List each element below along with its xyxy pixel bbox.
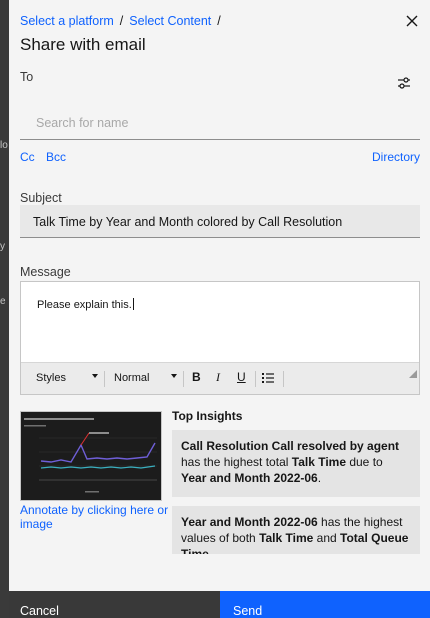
to-label: To [20, 70, 34, 84]
insight-card: Year and Month 2022-06 has the highest v… [172, 506, 420, 554]
backdrop-text: lo [0, 140, 8, 151]
page-backdrop: lo y e [0, 0, 9, 618]
toolbar-divider [183, 371, 184, 387]
insight-text: Call Resolution Call resolved by agent [181, 439, 400, 453]
recipient-search-input[interactable] [20, 106, 420, 140]
breadcrumb: Select a platform / Select Content / [20, 14, 227, 28]
close-button[interactable] [402, 11, 422, 31]
message-text: Please explain this. [37, 299, 132, 311]
insight-text: . [317, 471, 322, 485]
insight-text: . [208, 547, 213, 554]
subject-field[interactable]: Talk Time by Year and Month colored by C… [20, 205, 420, 238]
annotate-link[interactable]: Annotate by clicking here or image [20, 503, 170, 531]
insight-text: Talk Time [259, 531, 314, 545]
italic-button[interactable]: I [216, 370, 220, 385]
format-dropdown[interactable]: Normal [114, 372, 149, 384]
styles-dropdown[interactable]: Styles [36, 372, 66, 384]
editor-toolbar: Styles Normal B I U [21, 362, 419, 394]
underline-button[interactable]: U [237, 370, 246, 384]
breadcrumb-select-content[interactable]: Select Content [129, 14, 211, 28]
top-insights-heading: Top Insights [172, 409, 243, 423]
toolbar-divider [104, 371, 105, 387]
message-body[interactable]: Please explain this. [37, 298, 134, 311]
bold-button[interactable]: B [192, 370, 201, 384]
breadcrumb-separator: / [119, 14, 124, 28]
numbered-list-icon [262, 373, 274, 383]
close-icon [406, 15, 418, 27]
message-label: Message [20, 265, 71, 279]
cancel-button[interactable]: Cancel [9, 591, 220, 618]
chart-thumbnail-image[interactable] [20, 411, 162, 501]
message-editor[interactable]: Please explain this. Styles Normal B I U [20, 281, 420, 395]
breadcrumb-select-platform[interactable]: Select a platform [20, 14, 114, 28]
insight-text: Talk Time [291, 455, 346, 469]
numbered-list-button[interactable] [262, 372, 274, 388]
backdrop-text: e [0, 296, 6, 307]
toolbar-divider [283, 371, 284, 387]
backdrop-text: y [0, 241, 5, 252]
insight-text: and [313, 531, 341, 545]
directory-link[interactable]: Directory [372, 150, 420, 164]
insight-text: due to [346, 455, 383, 469]
chevron-down-icon [171, 374, 177, 378]
resize-handle[interactable] [409, 370, 417, 378]
share-email-modal: Select a platform / Select Content / Share … [9, 0, 430, 618]
insight-card: Call Resolution Call resolved by agent h… [172, 430, 420, 497]
cc-link[interactable]: Cc [20, 150, 35, 164]
chevron-down-icon [92, 374, 98, 378]
bcc-link[interactable]: Bcc [46, 150, 66, 164]
subject-label: Subject [20, 191, 62, 205]
insight-text: has the highest total [181, 455, 292, 469]
recipient-filter-button[interactable] [397, 76, 415, 92]
sliders-icon [398, 77, 410, 89]
send-button[interactable]: Send [220, 591, 430, 618]
text-caret [132, 298, 134, 310]
insight-text: Year and Month 2022-06 [181, 515, 318, 529]
breadcrumb-separator: / [217, 14, 221, 28]
insight-text: Year and Month 2022-06 [181, 471, 318, 485]
modal-title: Share with email [20, 35, 146, 54]
toolbar-divider [255, 371, 256, 387]
chart-preview-graphic [21, 412, 161, 500]
modal-footer: Cancel Send [9, 591, 430, 618]
